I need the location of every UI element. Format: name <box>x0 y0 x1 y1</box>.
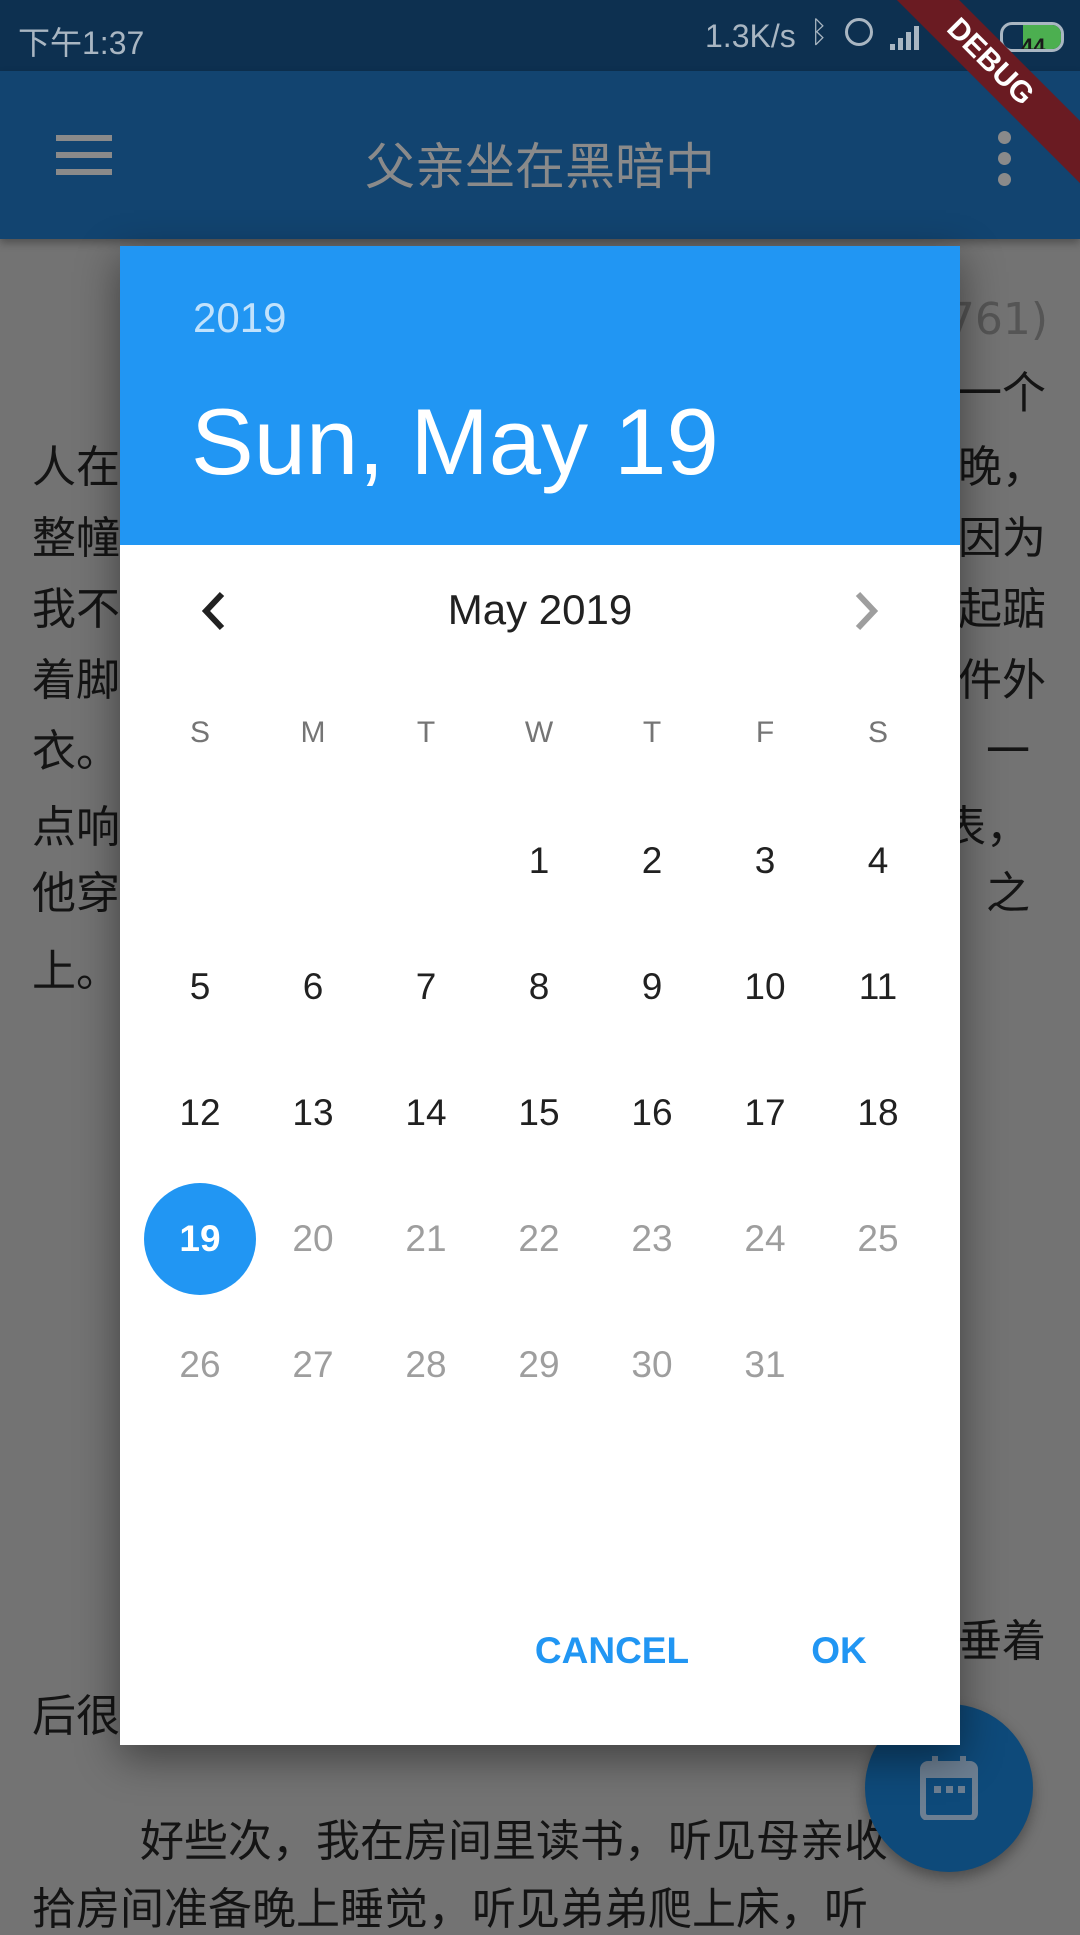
day-cell: 27 <box>292 1344 334 1385</box>
signal-icon <box>890 26 919 50</box>
page-title: 父亲坐在黑暗中 <box>365 138 715 196</box>
app-bar: 父亲坐在黑暗中 <box>0 71 1080 239</box>
day-cell[interactable]: 1 <box>483 805 595 917</box>
day-cell: 24 <box>744 1218 786 1259</box>
day-cell[interactable]: 3 <box>709 805 821 917</box>
text-fragment: 一 <box>986 726 1030 777</box>
alarm-icon <box>845 18 873 46</box>
text-fragment: 点响 <box>32 802 120 853</box>
day-cell[interactable]: 18 <box>822 1057 934 1169</box>
day-cell[interactable]: 15 <box>483 1057 595 1169</box>
paragraph-line: 拾房间准备晚上睡觉，听见弟弟爬上床，听 <box>32 1884 868 1935</box>
day-cell[interactable]: 5 <box>144 931 256 1043</box>
next-month-button[interactable] <box>842 588 888 634</box>
day-cell: 25 <box>857 1218 899 1259</box>
day-cell: 21 <box>405 1218 447 1259</box>
text-fragment: 他穿 <box>32 868 120 919</box>
day-cell[interactable]: 6 <box>257 931 369 1043</box>
weekday-label: S <box>867 716 888 749</box>
day-cell-selected[interactable]: 19 <box>144 1183 256 1295</box>
day-cell[interactable]: 11 <box>822 931 934 1043</box>
ok-button[interactable]: OK <box>811 1630 867 1672</box>
weekday-label: M <box>300 716 326 749</box>
day-cell: 26 <box>179 1344 221 1385</box>
day-cell[interactable]: 17 <box>709 1057 821 1169</box>
day-cell[interactable]: 12 <box>144 1057 256 1169</box>
text-fragment: 我不 <box>32 584 120 635</box>
day-cell[interactable]: 14 <box>370 1057 482 1169</box>
text-fragment: 垂着 <box>958 1616 1046 1667</box>
net-speed: 1.3K/s <box>705 18 796 54</box>
calendar-icon <box>920 1756 978 1820</box>
text-fragment: 件外 <box>958 655 1046 706</box>
weekday-label: T <box>642 716 662 749</box>
chevron-right-icon <box>855 591 879 631</box>
day-cell[interactable]: 13 <box>257 1057 369 1169</box>
date-picker-dialog: 2019 Sun, May 19 May 2019 SMTWTFS 123456… <box>120 246 960 1745</box>
battery-icon: 44 <box>1000 22 1064 52</box>
day-cell[interactable]: 4 <box>822 805 934 917</box>
year-selector[interactable]: 2019 <box>193 294 286 342</box>
day-cell: 23 <box>631 1218 673 1259</box>
more-vert-icon[interactable] <box>998 131 1012 186</box>
bluetooth-icon: ᛒ <box>810 16 828 49</box>
day-cell: 20 <box>292 1218 334 1259</box>
text-fragment: 761) <box>946 294 1048 345</box>
text-fragment: 晚， <box>958 442 1046 493</box>
day-cell[interactable]: 2 <box>596 805 708 917</box>
text-fragment: 之 <box>986 868 1030 919</box>
paragraph-line: 好些次，我在房间里读书，听见母亲收 <box>140 1816 888 1867</box>
weekday-label: T <box>416 716 436 749</box>
weekday-label: W <box>524 716 554 749</box>
day-cell: 30 <box>631 1344 673 1385</box>
month-label: May 2019 <box>447 586 633 633</box>
day-cell[interactable]: 7 <box>370 931 482 1043</box>
text-fragment: 整幢 <box>32 513 120 564</box>
day-cell: 28 <box>405 1344 447 1385</box>
text-fragment: 衣。 <box>32 726 120 777</box>
status-time: 下午1:37 <box>18 25 145 61</box>
day-cell: 22 <box>518 1218 560 1259</box>
day-cell: 29 <box>518 1344 560 1385</box>
date-picker-header: 2019 Sun, May 19 <box>120 246 960 545</box>
text-fragment: 后很 <box>32 1691 120 1742</box>
text-fragment: 因为 <box>958 513 1046 564</box>
selected-date: Sun, May 19 <box>191 389 719 494</box>
text-fragment: 上。 <box>32 946 120 997</box>
text-fragment: 着脚 <box>32 655 120 706</box>
weekday-label: S <box>189 716 210 749</box>
day-cell: 31 <box>744 1344 786 1385</box>
text-fragment: 一个 <box>958 368 1046 419</box>
text-fragment: 起踮 <box>958 584 1046 635</box>
text-fragment: 人在 <box>32 442 120 493</box>
day-cell[interactable]: 16 <box>596 1057 708 1169</box>
cancel-button[interactable]: CANCEL <box>535 1630 689 1672</box>
day-cell[interactable]: 9 <box>596 931 708 1043</box>
weekday-label: F <box>755 716 775 749</box>
day-cell[interactable]: 8 <box>483 931 595 1043</box>
day-cell[interactable]: 10 <box>709 931 821 1043</box>
